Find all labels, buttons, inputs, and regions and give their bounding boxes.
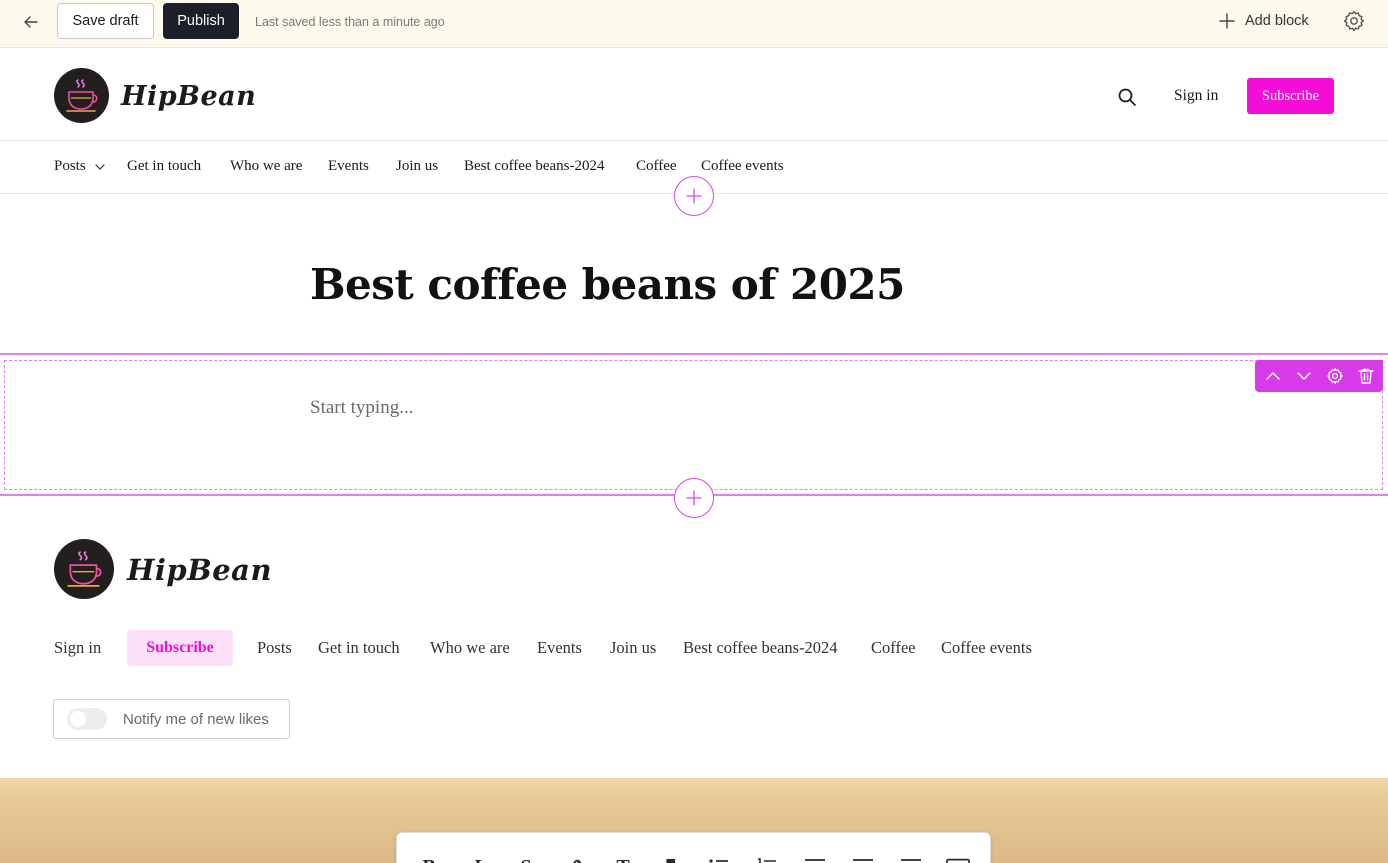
- notify-likes-toggle[interactable]: Notify me of new likes: [53, 699, 290, 739]
- notify-likes-label: Notify me of new likes: [123, 710, 269, 728]
- block-settings-button[interactable]: [1323, 364, 1347, 388]
- arrow-left-icon: [24, 16, 38, 28]
- subscribe-button[interactable]: Subscribe: [1247, 78, 1334, 114]
- nav-item-best-coffee-beans-2024[interactable]: Best coffee beans-2024: [464, 158, 605, 175]
- search-button[interactable]: [1117, 87, 1137, 107]
- footer-logo-badge[interactable]: [54, 539, 114, 599]
- link-shape: [573, 859, 582, 863]
- chevron-up-icon: [1265, 371, 1280, 380]
- editor-toolbar: Save draft Publish Last saved less than …: [0, 0, 1388, 48]
- logo-badge[interactable]: [54, 68, 109, 123]
- post-title[interactable]: Best coffee beans of 2025: [310, 260, 905, 309]
- align-shape: [805, 859, 825, 861]
- nav-item-label: Posts: [54, 158, 86, 174]
- quote-icon[interactable]: ❞: [659, 855, 683, 863]
- footer-link-get-in-touch[interactable]: Get in touch: [318, 638, 400, 658]
- coffee-cup-icon: [66, 79, 98, 112]
- gear-icon: [1343, 10, 1365, 32]
- trash-icon: [1357, 368, 1374, 384]
- image-shape: [946, 858, 970, 863]
- save-status: Last saved less than a minute ago: [255, 15, 445, 29]
- strikethrough-icon[interactable]: S: [514, 855, 538, 863]
- settings-button[interactable]: [1342, 9, 1366, 33]
- plus-icon: [1219, 13, 1235, 29]
- nav-item-join-us[interactable]: Join us: [396, 158, 438, 175]
- insert-block-button-top[interactable]: [674, 176, 714, 216]
- block-border-top: [0, 353, 1388, 355]
- nav-item-coffee-events[interactable]: Coffee events: [701, 158, 784, 175]
- publish-button[interactable]: Publish: [163, 3, 239, 39]
- footer-link-events[interactable]: Events: [537, 638, 582, 658]
- nav-item-posts[interactable]: Posts: [54, 158, 105, 175]
- list-shape: [709, 859, 728, 863]
- list-shape: [758, 858, 776, 863]
- nav-item-get-in-touch[interactable]: Get in touch: [127, 158, 201, 175]
- nav-item-events[interactable]: Events: [328, 158, 369, 175]
- nav-item-coffee[interactable]: Coffee: [636, 158, 677, 175]
- plus-icon: [686, 490, 702, 506]
- body-text-input[interactable]: Start typing...: [310, 397, 413, 419]
- text-style-icon[interactable]: T: [611, 855, 635, 863]
- footer-link-join-us[interactable]: Join us: [610, 638, 656, 658]
- format-toolbar: B I S T ❞: [396, 832, 991, 863]
- footer-logo-text[interactable]: HipBean: [127, 553, 272, 587]
- numbered-list-icon[interactable]: [755, 855, 779, 863]
- text-block[interactable]: [4, 360, 1383, 490]
- footer-link-who-we-are[interactable]: Who we are: [430, 638, 510, 658]
- site-header: HipBean Sign in Subscribe: [0, 48, 1388, 141]
- italic-icon[interactable]: I: [465, 855, 489, 863]
- footer-subscribe-button[interactable]: Subscribe: [127, 630, 233, 666]
- move-block-down-button[interactable]: [1292, 364, 1316, 388]
- block-actions: [1255, 360, 1383, 392]
- save-draft-button[interactable]: Save draft: [57, 3, 154, 39]
- footer-link-coffee[interactable]: Coffee: [871, 638, 916, 658]
- nav-item-who-we-are[interactable]: Who we are: [230, 158, 302, 175]
- site-logo-text[interactable]: HipBean: [121, 81, 256, 112]
- footer-link-coffee-events[interactable]: Coffee events: [941, 638, 1032, 658]
- search-icon: [1118, 88, 1136, 106]
- back-button[interactable]: [18, 9, 44, 35]
- bulleted-list-icon[interactable]: [707, 855, 731, 863]
- gear-icon: [1326, 368, 1343, 384]
- sign-in-link[interactable]: Sign in: [1174, 87, 1218, 105]
- insert-block-button-bottom[interactable]: [674, 478, 714, 518]
- align-shape: [853, 859, 873, 861]
- chevron-down-icon: [95, 163, 105, 170]
- move-block-up-button[interactable]: [1261, 364, 1285, 388]
- link-icon[interactable]: [562, 855, 586, 863]
- add-block-label: Add block: [1245, 13, 1309, 29]
- align-left-icon[interactable]: [803, 855, 827, 863]
- footer-link-best-coffee-beans-2024[interactable]: Best coffee beans-2024: [683, 638, 838, 658]
- footer-sign-in-link[interactable]: Sign in: [54, 638, 101, 658]
- align-center-icon[interactable]: [851, 855, 875, 863]
- image-icon[interactable]: [946, 855, 970, 863]
- footer-link-posts[interactable]: Posts: [257, 638, 292, 658]
- add-block-button[interactable]: Add block: [1219, 10, 1309, 32]
- chevron-down-icon: [1296, 372, 1311, 381]
- coffee-cup-icon: [67, 551, 102, 587]
- plus-icon: [686, 188, 702, 204]
- toggle-switch[interactable]: [67, 708, 107, 730]
- align-right-icon[interactable]: [899, 855, 923, 863]
- delete-block-button[interactable]: [1354, 364, 1378, 388]
- align-shape: [901, 859, 921, 861]
- bold-icon[interactable]: B: [417, 855, 441, 863]
